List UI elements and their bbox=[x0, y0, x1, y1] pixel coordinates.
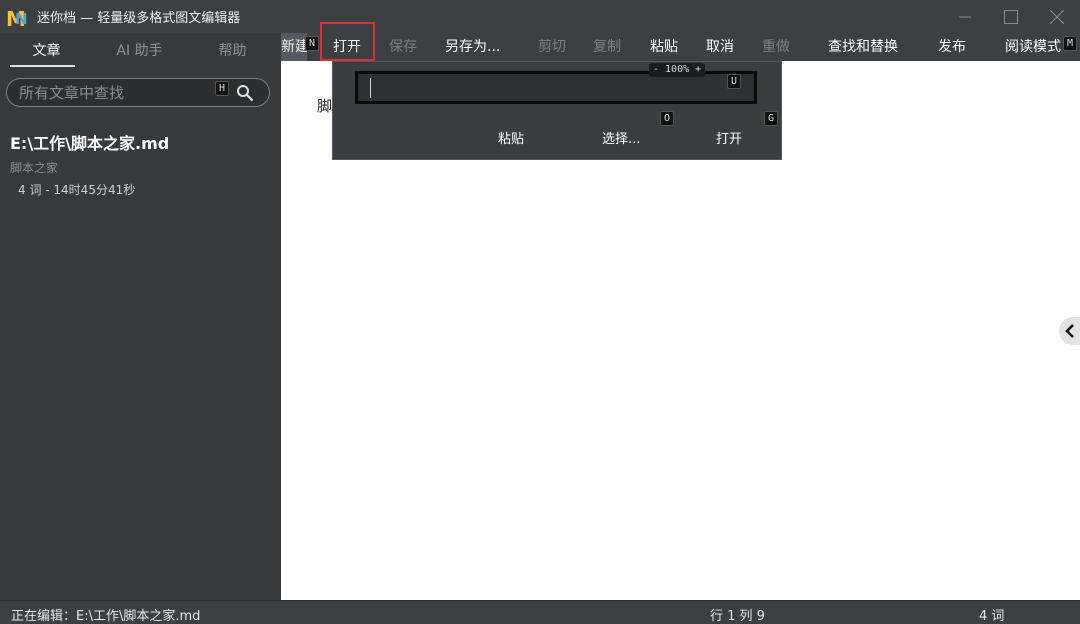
new-button[interactable]: 新建 bbox=[281, 33, 307, 61]
title-bar: MN 迷你档 — 轻量级多格式图文编辑器 bbox=[0, 0, 1080, 33]
window-controls bbox=[942, 0, 1080, 33]
zoom-control[interactable]: - 100% + bbox=[649, 63, 706, 77]
search-input[interactable] bbox=[19, 83, 209, 103]
copy-button[interactable]: 复制 bbox=[593, 33, 621, 61]
sidebar: 文章 AI 助手 帮助 H E:\工作\脚本之家.md 脚本之家 4 词 - 1… bbox=[0, 33, 281, 600]
dropdown-select-button[interactable]: 选择... bbox=[602, 128, 640, 147]
sidebar-tabs: 文章 AI 助手 帮助 bbox=[0, 33, 281, 69]
document-title[interactable]: E:\工作\脚本之家.md bbox=[10, 130, 169, 154]
chevron-left-icon bbox=[1064, 324, 1074, 338]
tab-ai-assistant[interactable]: AI 助手 bbox=[93, 33, 186, 69]
open-button-highlight bbox=[320, 22, 375, 61]
dropdown-paste-button[interactable]: 粘贴 bbox=[498, 128, 524, 147]
status-editing-file: 正在编辑：E:\工作\脚本之家.md bbox=[11, 609, 201, 624]
document-subtitle: 脚本之家 bbox=[10, 161, 59, 175]
select-hotkey-badge: O bbox=[660, 111, 674, 126]
window-title: 迷你档 — 轻量级多格式图文编辑器 bbox=[37, 11, 241, 26]
save-button[interactable]: 保存 bbox=[389, 33, 417, 61]
dropdown-open-button[interactable]: 打开 bbox=[716, 128, 742, 147]
find-replace-button[interactable]: 查找和替换 bbox=[828, 33, 898, 61]
app-logo-icon: MN bbox=[6, 6, 28, 31]
maximize-icon[interactable] bbox=[988, 0, 1034, 33]
text-caret bbox=[370, 78, 371, 98]
open-hotkey-badge: G bbox=[764, 111, 778, 126]
editor-content[interactable]: 脚 bbox=[317, 95, 332, 116]
status-word-count: 4 词 bbox=[979, 609, 1005, 624]
search-box: H bbox=[6, 78, 270, 107]
undo-button[interactable]: 取消 bbox=[706, 33, 734, 61]
reading-mode-button[interactable]: 阅读模式 bbox=[1005, 33, 1061, 61]
toolbar: 新建 N 打开 保存 另存为... 剪切 复制 粘贴 取消 重做 查找和替换 发… bbox=[281, 33, 1080, 61]
redo-button[interactable]: 重做 bbox=[762, 33, 790, 61]
minimize-icon[interactable] bbox=[942, 0, 988, 33]
close-icon[interactable] bbox=[1034, 0, 1080, 33]
open-dropdown-panel: - 100% + U 粘贴 选择... O 打开 G bbox=[332, 61, 782, 160]
paste-button[interactable]: 粘贴 bbox=[650, 33, 678, 61]
path-input-hotkey-badge: U bbox=[727, 74, 741, 89]
document-meta: 4 词 - 14时45分41秒 bbox=[18, 183, 136, 197]
tab-articles[interactable]: 文章 bbox=[0, 33, 93, 69]
cut-button[interactable]: 剪切 bbox=[538, 33, 566, 61]
reading-mode-hotkey-badge: M bbox=[1063, 36, 1077, 51]
search-icon[interactable] bbox=[236, 84, 254, 102]
save-as-button[interactable]: 另存为... bbox=[445, 33, 500, 61]
tab-help[interactable]: 帮助 bbox=[186, 33, 279, 69]
collapse-panel-button[interactable] bbox=[1059, 317, 1080, 345]
publish-button[interactable]: 发布 bbox=[938, 33, 966, 61]
new-hotkey-badge: N bbox=[305, 36, 319, 51]
search-hotkey-badge: H bbox=[215, 81, 229, 96]
status-cursor-position: 行 1 列 9 bbox=[710, 609, 765, 624]
status-bar: 正在编辑：E:\工作\脚本之家.md 行 1 列 9 4 词 bbox=[0, 600, 1080, 624]
